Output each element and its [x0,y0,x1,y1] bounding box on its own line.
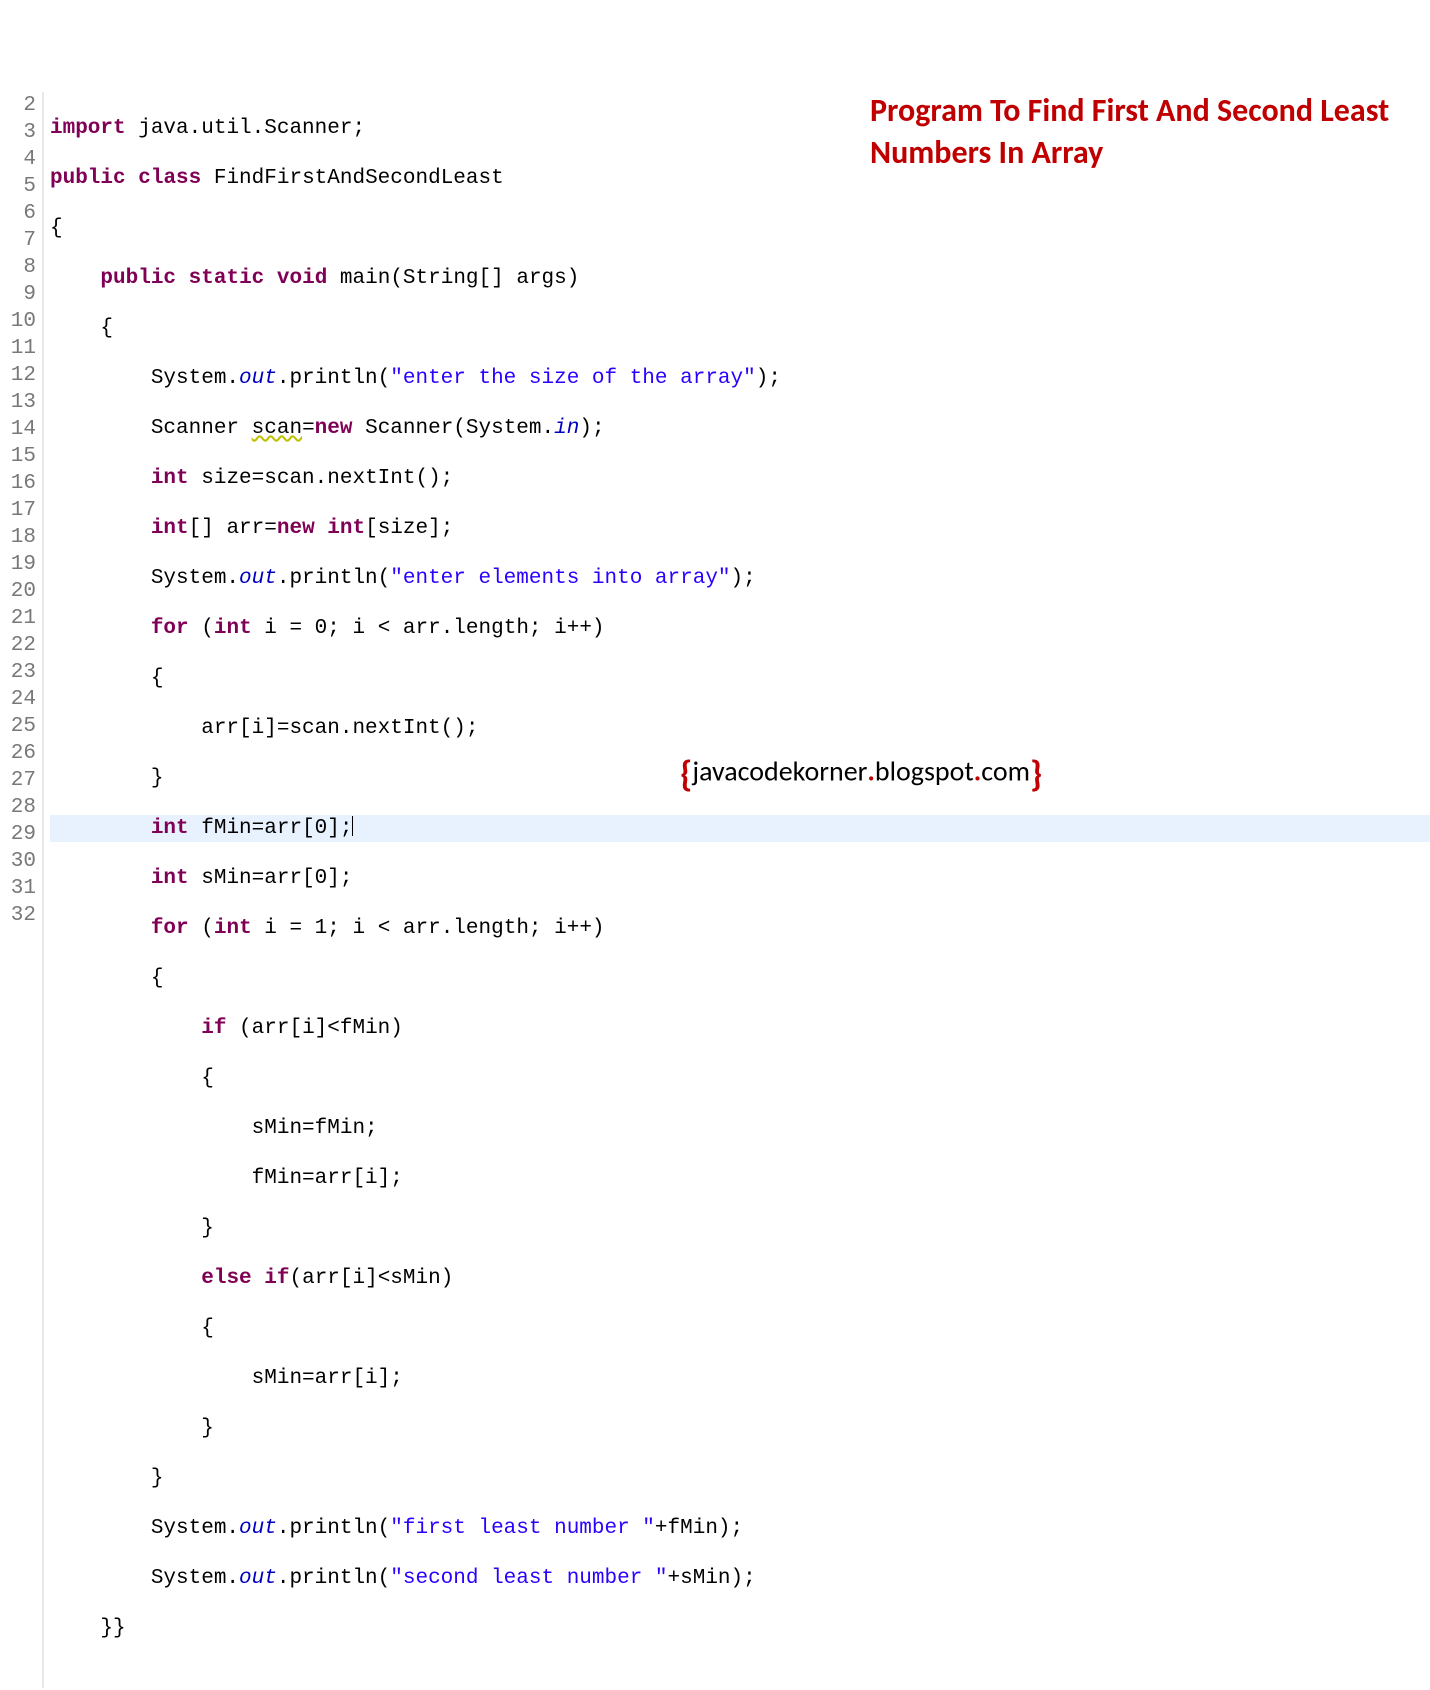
code-line: { [50,1315,1430,1342]
line-number: 9 [0,281,36,308]
line-number: 32 [0,902,36,929]
code-line: public static void main(String[] args) [50,265,1430,292]
code-line: int size=scan.nextInt(); [50,465,1430,492]
code-line: Scanner scan=new Scanner(System.in); [50,415,1430,442]
line-number: 27 [0,767,36,794]
line-number: 19 [0,551,36,578]
code-line: sMin=arr[i]; [50,1365,1430,1392]
line-number: 20 [0,578,36,605]
brace-close-icon: } [1030,752,1042,796]
code-line: int sMin=arr[0]; [50,865,1430,892]
line-number: 10 [0,308,36,335]
line-number: 12 [0,362,36,389]
brace-open-icon: { [680,752,692,796]
code-line: { [50,215,1430,242]
code-line: sMin=fMin; [50,1115,1430,1142]
code-line: int[] arr=new int[size]; [50,515,1430,542]
code-line-current: int fMin=arr[0]; [50,815,1430,842]
code-line: } [50,1215,1430,1242]
code-line: } [50,1465,1430,1492]
code-line: System.out.println("enter the size of th… [50,365,1430,392]
line-number: 21 [0,605,36,632]
line-number: 31 [0,875,36,902]
line-number: 23 [0,659,36,686]
code-line: } [50,1415,1430,1442]
line-gutter: 2345678910111213141516171819202122232425… [0,92,44,1688]
line-number: 15 [0,443,36,470]
code-line: arr[i]=scan.nextInt(); [50,715,1430,742]
code-line: System.out.println("second least number … [50,1565,1430,1592]
code-line: fMin=arr[i]; [50,1165,1430,1192]
code-line: }} [50,1615,1430,1642]
code-line: System.out.println("enter elements into … [50,565,1430,592]
code-line: { [50,315,1430,342]
line-number: 2 [0,92,36,119]
code-line: { [50,965,1430,992]
line-number: 28 [0,794,36,821]
line-number: 25 [0,713,36,740]
line-number: 8 [0,254,36,281]
line-number: 18 [0,524,36,551]
line-number: 14 [0,416,36,443]
line-number: 3 [0,119,36,146]
line-number: 11 [0,335,36,362]
line-number: 16 [0,470,36,497]
code-line: { [50,665,1430,692]
line-number: 24 [0,686,36,713]
line-number: 5 [0,173,36,200]
line-number: 7 [0,227,36,254]
footer-watermark: {javacodekorner.blogspot.com} [680,752,1042,796]
line-number: 4 [0,146,36,173]
code-editor: 2345678910111213141516171819202122232425… [0,92,1430,1688]
line-number: 30 [0,848,36,875]
code-line: for (int i = 0; i < arr.length; i++) [50,615,1430,642]
code-line: { [50,1065,1430,1092]
code-line: System.out.println("first least number "… [50,1515,1430,1542]
line-number: 26 [0,740,36,767]
text-cursor-icon [352,816,353,836]
line-number: 13 [0,389,36,416]
line-number: 17 [0,497,36,524]
code-line: for (int i = 1; i < arr.length; i++) [50,915,1430,942]
line-number: 6 [0,200,36,227]
title-overlay: Program To Find First And Second Least N… [870,90,1430,173]
line-number: 29 [0,821,36,848]
line-number: 22 [0,632,36,659]
code-line: if (arr[i]<fMin) [50,1015,1430,1042]
code-line: else if(arr[i]<sMin) [50,1265,1430,1292]
code-area[interactable]: import java.util.Scanner; public class F… [44,92,1430,1688]
